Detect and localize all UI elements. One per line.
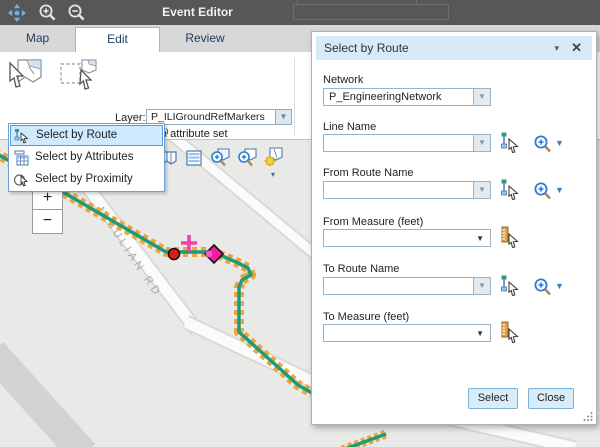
from-route-caret-icon[interactable]: ▼	[473, 182, 490, 198]
to-route-combobox[interactable]: ▼	[323, 277, 491, 295]
menu-item-label: Select by Route	[36, 129, 117, 141]
line-select-on-map-icon[interactable]	[499, 131, 521, 155]
event-editor-window: N JULIAN RD + −	[0, 0, 600, 447]
menu-item-label: Select by Proximity	[35, 173, 133, 185]
close-button[interactable]: Close	[528, 388, 574, 409]
menu-item-select-by-proximity[interactable]: Select by Proximity	[9, 169, 164, 191]
dialog-close-icon[interactable]: ✕	[571, 36, 582, 60]
pan-icon[interactable]	[7, 3, 27, 23]
to-route-zoom-caret-icon[interactable]: ▼	[555, 281, 564, 291]
line-name-combobox[interactable]: ▼	[323, 134, 491, 152]
menu-item-label: Select by Attributes	[35, 151, 133, 163]
menu-item-select-by-attributes[interactable]: Select by Attributes	[9, 147, 164, 169]
select-by-route-icon	[14, 128, 30, 144]
resize-grip[interactable]	[583, 411, 593, 421]
network-combobox[interactable]: P_EngineeringNetwork ▼	[323, 88, 491, 106]
dialog-collapse-caret-icon[interactable]: ▾	[554, 36, 559, 60]
line-name-label: Line Name	[323, 121, 376, 133]
tab-map[interactable]: Map	[0, 25, 75, 52]
tab-review[interactable]: Review	[160, 25, 250, 52]
zoom-to-selection-icon[interactable]	[208, 146, 232, 170]
titlebar-panel-outline	[293, 4, 449, 20]
selection-options-icon[interactable]	[262, 146, 286, 170]
marker-red-point[interactable]	[169, 249, 180, 260]
to-route-select-on-map-icon[interactable]	[499, 274, 521, 298]
network-caret-icon[interactable]: ▼	[473, 89, 490, 105]
layer-combobox-value: P_ILIGroundRefMarkers	[151, 110, 273, 124]
to-route-caret-icon[interactable]: ▼	[473, 278, 490, 294]
layer-combobox[interactable]: P_ILIGroundRefMarkers ▼	[146, 109, 292, 125]
map-zoom-control: + −	[32, 186, 63, 234]
line-zoom-icon[interactable]	[533, 134, 553, 154]
from-route-combobox[interactable]: ▼	[323, 181, 491, 199]
zoom-in-icon[interactable]	[38, 3, 58, 23]
from-route-zoom-caret-icon[interactable]: ▼	[555, 185, 564, 195]
from-measure-label: From Measure (feet)	[323, 216, 423, 228]
from-route-select-on-map-icon[interactable]	[499, 178, 521, 202]
dialog-header[interactable]: Select by Route ▾ ✕	[316, 36, 592, 60]
zoom-to-feature-icon[interactable]	[235, 146, 259, 170]
map-zoom-out-button[interactable]: −	[32, 210, 63, 234]
titlebar: Event Editor	[0, 0, 600, 25]
from-measure-select-on-map-icon[interactable]	[499, 225, 521, 249]
ribbon-separator	[294, 58, 295, 136]
from-route-label: From Route Name	[323, 167, 413, 179]
from-measure-caret-icon[interactable]: ▼	[476, 230, 484, 247]
select-tool-icon[interactable]	[5, 57, 45, 95]
select-by-proximity-icon	[13, 172, 29, 188]
app-title: Event Editor	[140, 0, 255, 25]
select-dropdown-menu: Select by Route Select by Attributes Sel…	[8, 123, 165, 192]
line-name-caret-icon[interactable]: ▼	[473, 135, 490, 151]
to-route-zoom-icon[interactable]	[533, 277, 553, 297]
to-measure-caret-icon[interactable]: ▼	[476, 325, 484, 342]
select-by-attributes-icon	[13, 150, 29, 166]
from-measure-combobox[interactable]: ▼	[323, 229, 491, 247]
rectangle-tool-icon[interactable]	[58, 57, 100, 95]
dialog-title: Select by Route	[324, 36, 409, 60]
select-by-route-dialog: Select by Route ▾ ✕ Network P_Engineerin…	[311, 31, 597, 425]
to-measure-select-on-map-icon[interactable]	[499, 320, 521, 344]
to-measure-combobox[interactable]: ▼	[323, 324, 491, 342]
from-route-zoom-icon[interactable]	[533, 181, 553, 201]
network-label: Network	[323, 74, 363, 86]
selection-options-caret-icon[interactable]: ▾	[271, 171, 275, 179]
select-button[interactable]: Select	[468, 388, 518, 409]
tab-edit[interactable]: Edit	[75, 27, 160, 52]
to-route-label: To Route Name	[323, 263, 399, 275]
network-value: P_EngineeringNetwork	[329, 89, 470, 105]
menu-item-select-by-route[interactable]: Select by Route	[10, 125, 163, 146]
to-measure-label: To Measure (feet)	[323, 311, 409, 323]
zoom-out-icon[interactable]	[67, 3, 87, 23]
line-zoom-caret-icon[interactable]: ▼	[555, 138, 564, 148]
layer-combobox-caret-icon[interactable]: ▼	[275, 110, 291, 124]
select-by-attributes-icon[interactable]	[184, 148, 204, 168]
